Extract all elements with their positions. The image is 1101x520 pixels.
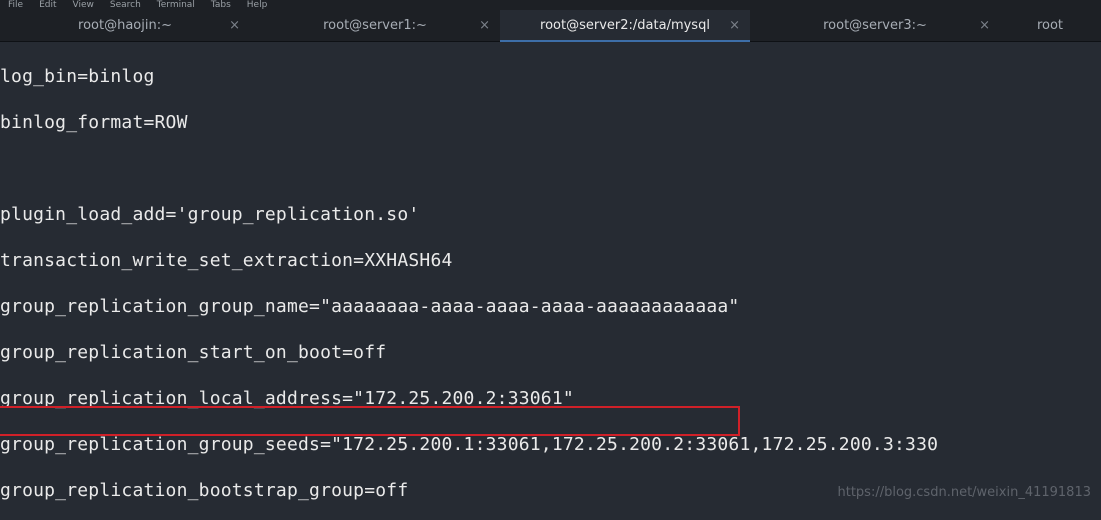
tab-server2[interactable]: root@server2:/data/mysql × [500, 10, 750, 41]
menu-terminal[interactable]: Terminal [157, 0, 195, 10]
menu-file[interactable]: File [8, 0, 23, 10]
menu-search[interactable]: Search [110, 0, 141, 10]
tab-title: root@haojin:~ [78, 18, 172, 33]
tab-title: root [1037, 18, 1063, 33]
config-line: transaction_write_set_extraction=XXHASH6… [0, 249, 1101, 272]
menu-view[interactable]: View [73, 0, 94, 10]
config-line: binlog_format=ROW [0, 111, 1101, 134]
config-line [0, 157, 1101, 180]
tab-title: root@server1:~ [323, 18, 427, 33]
config-line: group_replication_group_name="aaaaaaaa-a… [0, 295, 1101, 318]
config-line: group_replication_group_seeds="172.25.20… [0, 433, 1101, 456]
config-line: group_replication_local_address="172.25.… [0, 387, 1101, 410]
close-icon[interactable]: × [479, 19, 490, 32]
close-icon[interactable]: × [729, 19, 740, 32]
config-line: plugin_load_add='group_replication.so' [0, 203, 1101, 226]
tab-server3[interactable]: root@server3:~ × [750, 10, 1000, 41]
menu-help[interactable]: Help [247, 0, 268, 10]
menu-edit[interactable]: Edit [39, 0, 56, 10]
terminal-content[interactable]: log_bin=binlog binlog_format=ROW plugin_… [0, 42, 1101, 520]
menu-tabs[interactable]: Tabs [211, 0, 231, 10]
tab-root[interactable]: root [1000, 10, 1100, 41]
tab-haojin[interactable]: root@haojin:~ × [0, 10, 250, 41]
close-icon[interactable]: × [229, 19, 240, 32]
terminal-window: File Edit View Search Terminal Tabs Help… [0, 0, 1101, 520]
config-line: group_replication_start_on_boot=off [0, 341, 1101, 364]
watermark: https://blog.csdn.net/weixin_41191813 [837, 485, 1091, 500]
tab-title: root@server2:/data/mysql [540, 18, 710, 33]
tab-title: root@server3:~ [823, 18, 927, 33]
tab-server1[interactable]: root@server1:~ × [250, 10, 500, 41]
config-line: log_bin=binlog [0, 65, 1101, 88]
menu-bar: File Edit View Search Terminal Tabs Help [0, 0, 1101, 10]
close-icon[interactable]: × [979, 19, 990, 32]
tab-bar: root@haojin:~ × root@server1:~ × root@se… [0, 10, 1101, 42]
